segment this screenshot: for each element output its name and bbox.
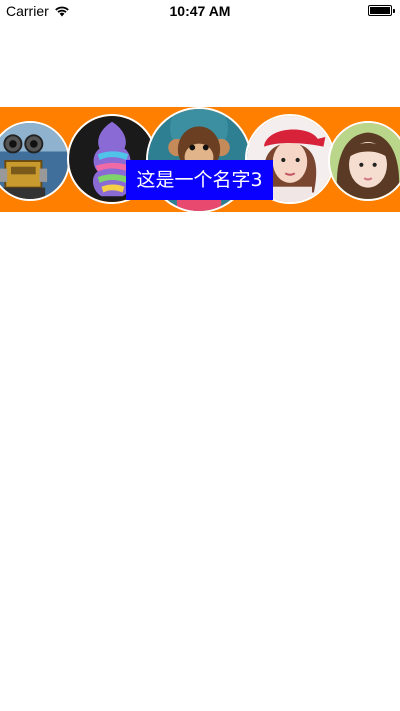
battery-icon (368, 5, 395, 16)
battery-fill (370, 7, 390, 14)
girl-portrait-icon (330, 123, 400, 199)
avatar-robot[interactable] (0, 121, 70, 201)
avatar-girl-portrait[interactable] (328, 121, 400, 201)
selected-name-label: 这是一个名字3 (126, 160, 273, 200)
clock: 10:47 AM (169, 3, 231, 19)
robot-icon (0, 123, 68, 199)
avatar-carousel[interactable]: 这是一个名字3 (0, 107, 400, 212)
status-bar: Carrier 10:47 AM (0, 0, 400, 22)
